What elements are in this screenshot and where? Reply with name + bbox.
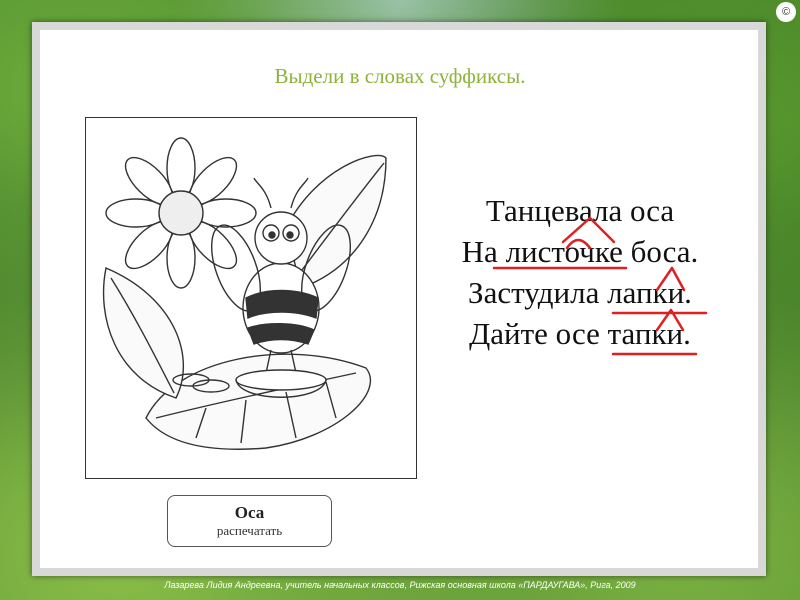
author-footer: Лазарева Лидия Андреевна, учитель началь… <box>164 580 636 590</box>
poem: Танцевала оса На листочке боса. Застудил… <box>420 190 740 354</box>
poem-line-2: На листочке боса. <box>461 234 699 269</box>
print-oса-button[interactable]: Оса распечатать <box>167 495 332 547</box>
bee-illustration <box>85 117 417 479</box>
poem-line-1: Танцевала оса <box>485 193 675 228</box>
print-button-title: Оса <box>234 503 265 522</box>
poem-line-3: Застудила лапки. <box>468 275 692 310</box>
slide-title: Выдели в словах суффиксы. <box>274 64 526 88</box>
bee-on-leaf-drawing <box>102 137 387 450</box>
copyright-icon: © <box>776 2 796 22</box>
poem-line-4: Дайте осе тапки. <box>469 316 691 351</box>
print-button-subtitle: распечатать <box>216 523 283 538</box>
